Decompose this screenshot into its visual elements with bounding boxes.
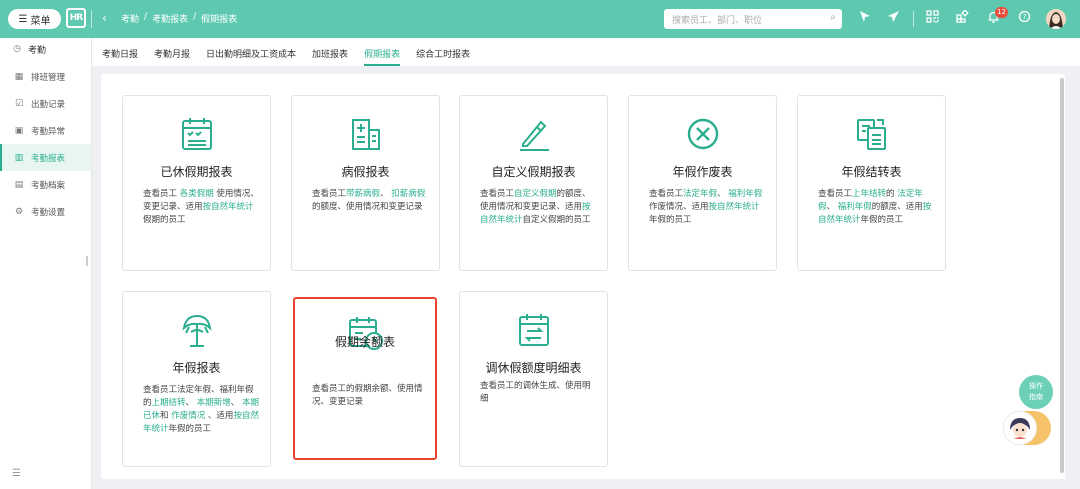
sidebar-item-label: 排班管理 (31, 72, 66, 83)
report-card-sick-leave[interactable]: 病假报表 查看员工带薪病假、 扣薪病假的额度、使用情况和变更记录 (291, 95, 440, 271)
sidebar-item-label: 考勤档案 (31, 180, 66, 191)
back-icon[interactable]: ‹ (102, 11, 107, 25)
clock-icon: ◷ (13, 44, 21, 54)
sidebar-item-label: 考勤报表 (31, 153, 66, 164)
breadcrumb-sep: / (144, 12, 148, 22)
app-logo[interactable]: HR (66, 8, 86, 28)
divider (913, 11, 914, 27)
operation-guide-button[interactable]: 操作 指南 (1019, 375, 1053, 409)
sidebar-item-settings[interactable]: ⚙ 考勤设置 (0, 198, 91, 225)
send-icon[interactable] (885, 10, 901, 28)
report-card-taken-leave[interactable]: 已休假期报表 查看员工 各类假期 使用情况、变更记录、适用按自然年统计假期的员工 (122, 95, 271, 271)
card-title: 假期余额表 (334, 335, 395, 349)
card-description: 查看员工的假期余额、使用情况、变更记录 (312, 384, 423, 407)
card-title: 已休假期报表 (160, 165, 233, 179)
list-icon: ☰ (18, 13, 28, 25)
assistant-widget[interactable] (1003, 411, 1051, 445)
breadcrumb: 考勤 / 考勤报表 / 假期报表 (121, 12, 237, 25)
bar-chart-icon: ▥ (14, 152, 24, 163)
tab-daily[interactable]: 考勤日报 (102, 47, 138, 66)
calendar-grid-icon: ▦ (14, 71, 24, 82)
scrollbar[interactable] (1060, 78, 1064, 473)
checklist-icon: ☑ (14, 98, 24, 109)
sidebar-item-archive[interactable]: ▤ 考勤档案 (0, 171, 91, 198)
report-card-annual-carryover[interactable]: 年假结转表 查看员工上年结转的 法定年假、 福利年假的额度、适用按自然年统计年假… (797, 95, 946, 271)
x-circle-icon (687, 118, 719, 150)
tab-daily-detail-cost[interactable]: 日出勤明细及工资成本 (206, 47, 296, 66)
archive-icon: ▤ (14, 179, 24, 190)
guide-label: 指南 (1029, 393, 1043, 401)
palm-tree-icon (182, 314, 212, 347)
sidebar-item-label: 考勤设置 (31, 207, 66, 218)
alert-doc-icon: ▣ (14, 125, 24, 136)
tab-comprehensive-hours[interactable]: 综合工时报表 (416, 47, 470, 66)
sidebar: ◷ 考勤 ▦ 排班管理 ☑ 出勤记录 ▣ 考勤异常 ▥ 考勤报表 ▤ 考勤档案 … (0, 38, 92, 489)
gear-icon: ⚙ (14, 206, 24, 217)
guide-label: 操作 (1029, 382, 1043, 390)
card-description: 查看员工法定年假、 福利年假作废情况、适用按自然年统计年假的员工 (649, 189, 763, 225)
card-title: 年假作废表 (672, 165, 733, 179)
sidebar-title[interactable]: ◷ 考勤 (0, 38, 91, 60)
divider (91, 10, 92, 28)
card-description: 查看员工上年结转的 法定年假、 福利年假的额度、适用按自然年统计年假的员工 (818, 189, 932, 225)
card-description: 查看员工的调休生成、使用明细 (480, 381, 591, 404)
sidebar-item-schedule[interactable]: ▦ 排班管理 (0, 63, 91, 90)
tab-leave[interactable]: 假期报表 (364, 47, 401, 66)
breadcrumb-item[interactable]: 考勤 (121, 12, 139, 25)
card-description: 查看员工法定年假、福利年假的上期结转、 本期新增、 本期已休和 作废情况 、适用… (143, 385, 259, 434)
card-title: 自定义假期报表 (491, 165, 576, 179)
report-card-comp-leave-detail[interactable]: 调休假额度明细表 查看员工的调休生成、使用明细 (459, 291, 608, 467)
sidebar-item-reports[interactable]: ▥ 考勤报表 (0, 144, 91, 171)
card-title: 病假报表 (341, 165, 390, 179)
report-card-annual-void[interactable]: 年假作废表 查看员工法定年假、 福利年假作废情况、适用按自然年统计年假的员工 (628, 95, 777, 271)
card-description: 查看员工 各类假期 使用情况、变更记录、适用按自然年统计假期的员工 (143, 189, 259, 225)
sidebar-item-label: 出勤记录 (31, 99, 66, 110)
assistant-avatar-icon (1003, 411, 1037, 445)
notification-badge: 12 (995, 7, 1008, 18)
sidebar-title-label: 考勤 (28, 45, 47, 56)
help-icon[interactable]: ? (1016, 10, 1032, 28)
hospital-icon (352, 119, 380, 150)
card-title: 年假报表 (172, 361, 221, 375)
menu-label: 菜单 (30, 15, 51, 27)
card-description: 查看员工带薪病假、 扣薪病假的额度、使用情况和变更记录 (312, 189, 426, 212)
report-tabs: 考勤日报 考勤月报 日出勤明细及工资成本 加班报表 假期报表 综合工时报表 (92, 38, 1080, 66)
sidebar-item-label: 考勤异常 (31, 126, 66, 137)
report-card-leave-balance[interactable]: 假期余额表 查看员工的假期余额、使用情况、变更记录 (293, 297, 437, 460)
search-icon[interactable]: ⌕ (830, 12, 836, 23)
top-bar: ☰ 菜单 HR ‹ 考勤 / 考勤报表 / 假期报表 搜索员工、部门、职位 ⌕ … (0, 0, 1080, 38)
user-avatar[interactable] (1046, 9, 1066, 29)
calendar-check-icon (182, 118, 212, 150)
location-arrow-icon[interactable] (856, 10, 872, 28)
apps-icon[interactable] (954, 9, 970, 28)
breadcrumb-sep: / (193, 12, 197, 22)
pen-icon (520, 120, 549, 151)
tab-overtime[interactable]: 加班报表 (312, 47, 348, 66)
menu-button[interactable]: ☰ 菜单 (8, 9, 61, 29)
search-placeholder: 搜索员工、部门、职位 (672, 15, 763, 26)
card-title: 调休假额度明细表 (485, 361, 582, 375)
report-card-custom-leave[interactable]: 自定义假期报表 查看员工自定义假期的额度、使用情况和变更记录、适用按自然年统计自… (459, 95, 608, 271)
collapse-icon[interactable]: ☰ (12, 468, 21, 479)
search-input[interactable]: 搜索员工、部门、职位 ⌕ (664, 9, 842, 29)
svg-text:?: ? (1022, 13, 1026, 21)
transfer-doc-icon (857, 119, 886, 150)
card-description: 查看员工自定义假期的额度、使用情况和变更记录、适用按自然年统计自定义假期的员工 (480, 189, 591, 225)
calendar-swap-icon (519, 314, 549, 346)
breadcrumb-item: 假期报表 (201, 15, 238, 25)
sidebar-item-exceptions[interactable]: ▣ 考勤异常 (0, 117, 91, 144)
report-card-annual-leave[interactable]: 年假报表 查看员工法定年假、福利年假的上期结转、 本期新增、 本期已休和 作废情… (122, 291, 271, 467)
breadcrumb-item[interactable]: 考勤报表 (152, 12, 188, 25)
tab-monthly[interactable]: 考勤月报 (154, 47, 190, 66)
sidebar-item-attendance-records[interactable]: ☑ 出勤记录 (0, 90, 91, 117)
sidebar-resize-handle[interactable] (86, 256, 88, 266)
card-title: 年假结转表 (841, 165, 902, 179)
qr-code-icon[interactable] (924, 10, 940, 28)
